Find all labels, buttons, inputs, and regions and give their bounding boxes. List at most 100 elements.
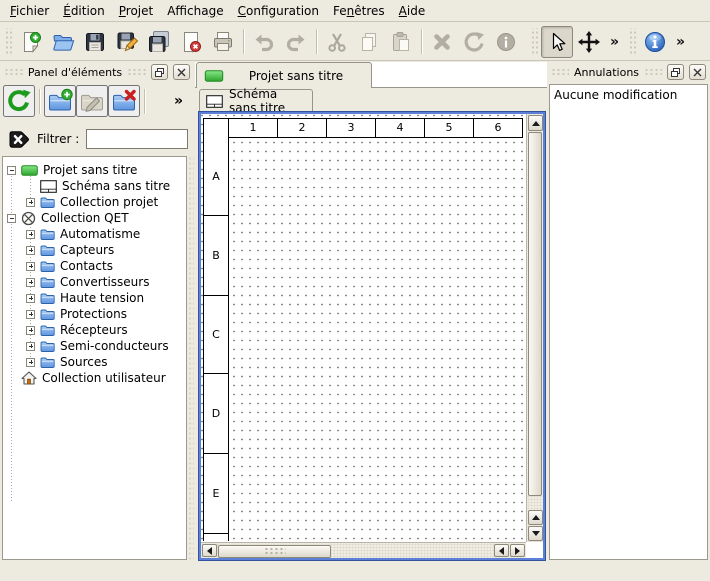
expand-icon[interactable] <box>26 246 35 255</box>
toolbar-overflow-chevron[interactable]: » <box>671 34 690 50</box>
tree-item-schema-sans-titre[interactable]: Schéma sans titre <box>3 178 186 194</box>
vertical-scroll-thumb[interactable] <box>528 132 542 496</box>
vertical-scrollbar[interactable] <box>526 114 543 542</box>
schema-canvas[interactable]: 1 2 3 4 5 6 A B C D E <box>201 114 526 542</box>
scroll-left-button-2[interactable] <box>494 544 509 557</box>
menu-projet[interactable]: Projet <box>112 1 160 21</box>
expand-icon[interactable] <box>26 358 35 367</box>
delete-button[interactable] <box>426 26 458 58</box>
tab-projet-sans-titre[interactable]: Projet sans titre <box>196 62 372 88</box>
scroll-up-button[interactable] <box>528 115 543 131</box>
expand-icon[interactable] <box>26 198 35 207</box>
toolbar-handle[interactable] <box>4 28 12 56</box>
tree-item-collection-utilisateur[interactable]: Collection utilisateur <box>3 370 186 386</box>
row-headers: A B C D E <box>203 137 229 541</box>
toolbar-overflow-chevron[interactable]: » <box>605 34 624 50</box>
expand-icon[interactable] <box>26 294 35 303</box>
about-qet-button[interactable] <box>639 26 671 58</box>
save-all-button[interactable] <box>143 26 175 58</box>
menu-fenetres[interactable]: Fenêtres <box>326 1 392 21</box>
expand-icon[interactable] <box>26 262 35 271</box>
toolbar-handle[interactable] <box>628 28 636 56</box>
tree-item-recepteurs[interactable]: Récepteurs <box>3 322 186 338</box>
menu-item-label: Fenêtres <box>333 4 385 18</box>
scroll-down-button[interactable] <box>528 526 543 541</box>
undo-button[interactable] <box>248 26 280 58</box>
tree-item-convertisseurs[interactable]: Convertisseurs <box>3 274 186 290</box>
tree-item-haute-tension[interactable]: Haute tension <box>3 290 186 306</box>
menu-aide[interactable]: Aide <box>392 1 433 21</box>
undo-history-list[interactable]: Aucune modification <box>549 84 708 560</box>
clear-filter-icon[interactable] <box>8 130 30 149</box>
cut-button[interactable] <box>321 26 353 58</box>
close-document-button[interactable] <box>175 26 207 58</box>
paste-button[interactable] <box>385 26 417 58</box>
menu-edition[interactable]: Édition <box>56 1 112 21</box>
new-document-button[interactable] <box>15 26 47 58</box>
save-as-button[interactable] <box>111 26 143 58</box>
panel-toolbar-overflow-chevron[interactable]: » <box>174 93 193 109</box>
tree-item-projet-sans-titre[interactable]: Projet sans titre <box>3 162 186 178</box>
properties-button[interactable] <box>490 26 522 58</box>
dock-float-button[interactable] <box>667 64 684 80</box>
tree-item-label: Collection QET <box>41 211 129 225</box>
rotate-button[interactable] <box>458 26 490 58</box>
scroll-up-button-2[interactable] <box>528 510 543 525</box>
open-document-button[interactable] <box>47 26 79 58</box>
print-button[interactable] <box>207 26 239 58</box>
new-category-button[interactable] <box>44 85 76 117</box>
annulations-titlebar[interactable]: Annulations <box>549 63 708 81</box>
elements-panel-titlebar[interactable]: Panel d'éléments <box>2 63 192 81</box>
redo-button[interactable] <box>280 26 312 58</box>
dock-title-texture <box>4 68 23 77</box>
ruler-corner-cell <box>203 118 229 138</box>
expand-icon[interactable] <box>26 342 35 351</box>
filter-input[interactable] <box>86 129 188 149</box>
reload-collections-button[interactable] <box>3 85 35 117</box>
tree-item-collection-qet[interactable]: Collection QET <box>3 210 186 226</box>
horizontal-scroll-thumb[interactable] <box>218 545 331 558</box>
tree-item-sources[interactable]: Sources <box>3 354 186 370</box>
schema-window: 1 2 3 4 5 6 A B C D E <box>199 112 545 560</box>
horizontal-scrollbar[interactable] <box>201 542 526 558</box>
tree-item-automatisme[interactable]: Automatisme <box>3 226 186 242</box>
copy-button[interactable] <box>353 26 385 58</box>
delete-category-button[interactable] <box>108 85 140 117</box>
menu-configuration[interactable]: Configuration <box>231 1 326 21</box>
expand-icon[interactable] <box>26 230 35 239</box>
save-button[interactable] <box>79 26 111 58</box>
arrow-left-icon <box>495 547 504 555</box>
select-pointer-button[interactable] <box>541 26 573 58</box>
qet-collection-icon <box>21 211 36 226</box>
menu-item-label: Fichier <box>10 4 49 18</box>
expand-icon[interactable] <box>26 326 35 335</box>
column-header: 3 <box>327 118 376 138</box>
elements-tree[interactable]: Projet sans titre Schéma sans titre Coll… <box>2 156 187 560</box>
collapse-icon[interactable] <box>7 166 16 175</box>
menu-fichier[interactable]: Fichier <box>3 1 56 21</box>
tree-item-semi-conducteurs[interactable]: Semi-conducteurs <box>3 338 186 354</box>
tree-item-label: Automatisme <box>60 227 140 241</box>
expand-icon[interactable] <box>26 278 35 287</box>
tab-schema-sans-titre[interactable]: Schéma sans titre <box>199 89 313 112</box>
dock-close-button[interactable] <box>173 64 190 80</box>
tree-item-contacts[interactable]: Contacts <box>3 258 186 274</box>
scissors-icon <box>325 30 349 54</box>
scroll-left-button[interactable] <box>202 544 217 557</box>
dock-close-button[interactable] <box>689 64 706 80</box>
move-view-button[interactable] <box>573 26 605 58</box>
scroll-right-button[interactable] <box>510 544 525 557</box>
filter-label: Filtrer : <box>37 132 79 146</box>
tree-item-capteurs[interactable]: Capteurs <box>3 242 186 258</box>
edit-category-button[interactable] <box>76 85 108 117</box>
tree-item-collection-projet[interactable]: Collection projet <box>3 194 186 210</box>
dock-splitter[interactable] <box>188 156 194 560</box>
tree-item-protections[interactable]: Protections <box>3 306 186 322</box>
expand-icon[interactable] <box>26 310 35 319</box>
dock-float-button[interactable] <box>151 64 168 80</box>
undo-history-item[interactable]: Aucune modification <box>554 87 703 103</box>
menu-affichage[interactable]: Affichage <box>160 1 230 21</box>
toolbar-handle[interactable] <box>530 28 538 56</box>
collapse-icon[interactable] <box>7 214 16 223</box>
tree-item-label: Schéma sans titre <box>62 179 170 193</box>
